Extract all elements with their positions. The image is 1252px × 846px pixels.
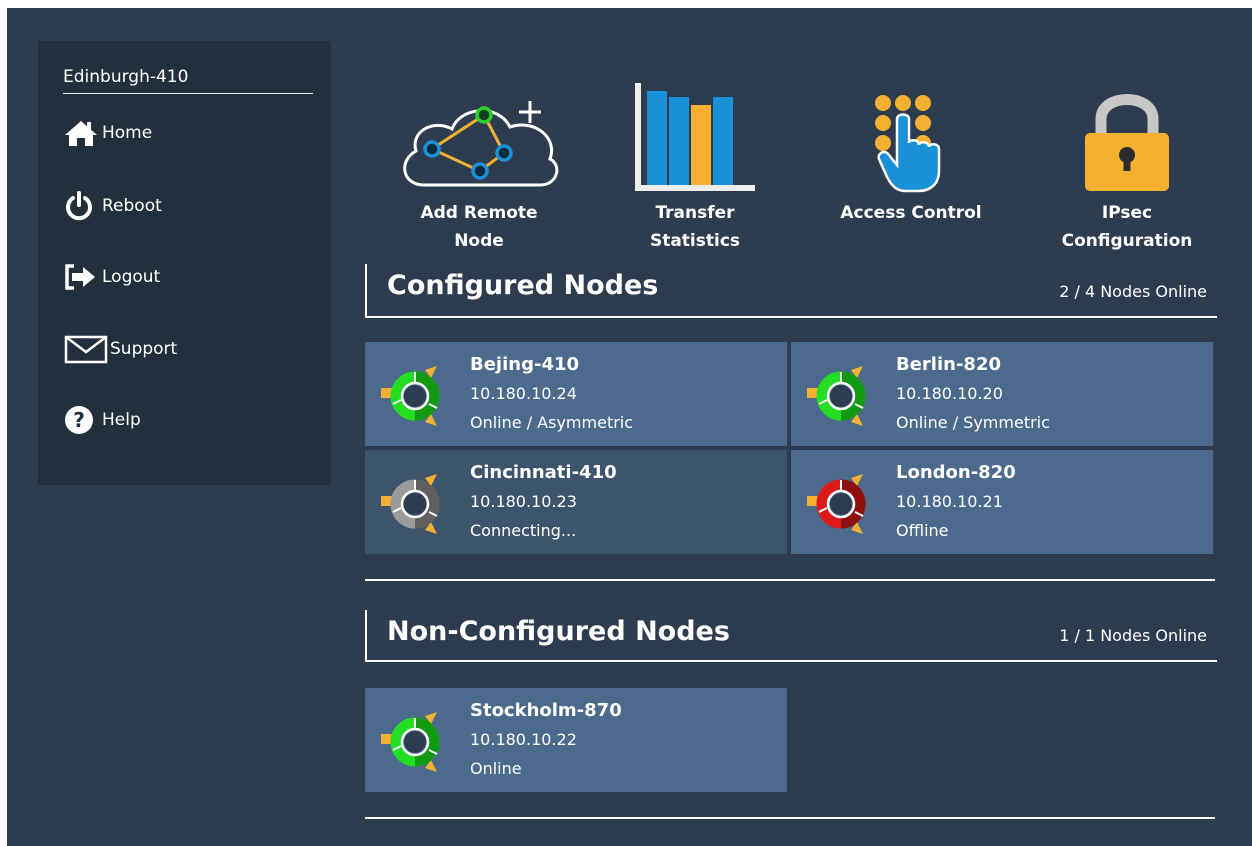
sidebar: Edinburgh-410 Home Reboot Logout Support… bbox=[38, 41, 331, 485]
node-name: Bejing-410 bbox=[470, 354, 580, 375]
sidebar-item-support[interactable]: Support bbox=[64, 331, 177, 367]
keypad-touch-icon bbox=[811, 68, 1011, 193]
node-status: Online bbox=[470, 759, 522, 778]
transfer-statistics-button[interactable]: Transfer Statistics bbox=[595, 68, 795, 255]
node-status-icon bbox=[381, 366, 440, 426]
node-card[interactable]: Bejing-410 10.180.10.24 Online / Asymmet… bbox=[365, 342, 787, 446]
nonconfigured-nodes-header: Non-Configured Nodes 1 / 1 Nodes Online bbox=[365, 610, 1217, 662]
node-status-icon bbox=[807, 366, 866, 426]
sidebar-item-home[interactable]: Home bbox=[64, 115, 152, 151]
node-ip: 10.180.10.20 bbox=[896, 384, 1003, 403]
node-status-icon bbox=[807, 474, 866, 534]
tool-label-line1: Access Control bbox=[840, 203, 982, 223]
tool-label-line1: Add Remote bbox=[420, 203, 538, 223]
section-title: Non-Configured Nodes bbox=[387, 616, 730, 647]
access-control-button[interactable]: Access Control bbox=[811, 68, 1011, 227]
tool-label-line2: Node bbox=[454, 231, 504, 251]
cloud-network-add-icon bbox=[379, 68, 579, 193]
node-card[interactable]: Berlin-820 10.180.10.20 Online / Symmetr… bbox=[791, 342, 1213, 446]
device-name: Edinburgh-410 bbox=[63, 67, 313, 94]
node-ip: 10.180.10.24 bbox=[470, 384, 577, 403]
sidebar-item-label: Help bbox=[102, 410, 141, 430]
svg-text:?: ? bbox=[73, 408, 85, 432]
node-status: Online / Asymmetric bbox=[470, 413, 634, 432]
node-status-icon bbox=[381, 474, 440, 534]
ipsec-configuration-button[interactable]: IPsec Configuration bbox=[1027, 68, 1227, 255]
padlock-icon bbox=[1027, 68, 1227, 193]
add-remote-node-button[interactable]: Add Remote Node bbox=[379, 68, 579, 255]
home-icon bbox=[64, 117, 102, 149]
node-status: Offline bbox=[896, 521, 949, 540]
online-count: 2 / 4 Nodes Online bbox=[1059, 282, 1207, 301]
tool-label-line2: Statistics bbox=[649, 231, 741, 251]
section-divider bbox=[365, 817, 1215, 819]
section-divider bbox=[365, 579, 1215, 581]
node-card[interactable]: London-820 10.180.10.21 Offline bbox=[791, 450, 1213, 554]
sidebar-item-logout[interactable]: Logout bbox=[64, 259, 160, 295]
node-status: Connecting... bbox=[470, 521, 577, 540]
envelope-icon bbox=[64, 333, 110, 365]
tool-label-line2: Configuration bbox=[1061, 231, 1193, 251]
sidebar-item-label: Support bbox=[110, 339, 178, 359]
node-ip: 10.180.10.23 bbox=[470, 492, 577, 511]
bar-chart-icon bbox=[595, 68, 795, 193]
help-icon: ? bbox=[64, 404, 102, 436]
node-status: Online / Symmetric bbox=[896, 413, 1050, 432]
node-name: London-820 bbox=[896, 462, 1016, 483]
section-title: Configured Nodes bbox=[387, 270, 659, 301]
sidebar-item-label: Home bbox=[102, 123, 153, 143]
node-name: Stockholm-870 bbox=[470, 700, 622, 721]
sidebar-item-help[interactable]: ? Help bbox=[64, 402, 141, 438]
node-status-icon bbox=[381, 712, 440, 772]
app-window: Edinburgh-410 Home Reboot Logout Support… bbox=[7, 8, 1252, 846]
node-ip: 10.180.10.22 bbox=[470, 730, 577, 749]
tool-label-line1: IPsec bbox=[1101, 203, 1153, 223]
sidebar-item-label: Logout bbox=[102, 267, 161, 287]
online-count: 1 / 1 Nodes Online bbox=[1059, 626, 1207, 645]
tool-label-line1: Transfer bbox=[655, 203, 735, 223]
node-name: Berlin-820 bbox=[896, 354, 1002, 375]
power-icon bbox=[64, 190, 102, 222]
node-ip: 10.180.10.21 bbox=[896, 492, 1003, 511]
node-card[interactable]: Cincinnati-410 10.180.10.23 Connecting..… bbox=[365, 450, 787, 554]
node-name: Cincinnati-410 bbox=[470, 462, 617, 483]
sidebar-item-reboot[interactable]: Reboot bbox=[64, 188, 162, 224]
configured-nodes-header: Configured Nodes 2 / 4 Nodes Online bbox=[365, 264, 1217, 318]
logout-icon bbox=[64, 261, 102, 293]
node-card[interactable]: Stockholm-870 10.180.10.22 Online bbox=[365, 688, 787, 792]
sidebar-item-label: Reboot bbox=[102, 196, 162, 216]
